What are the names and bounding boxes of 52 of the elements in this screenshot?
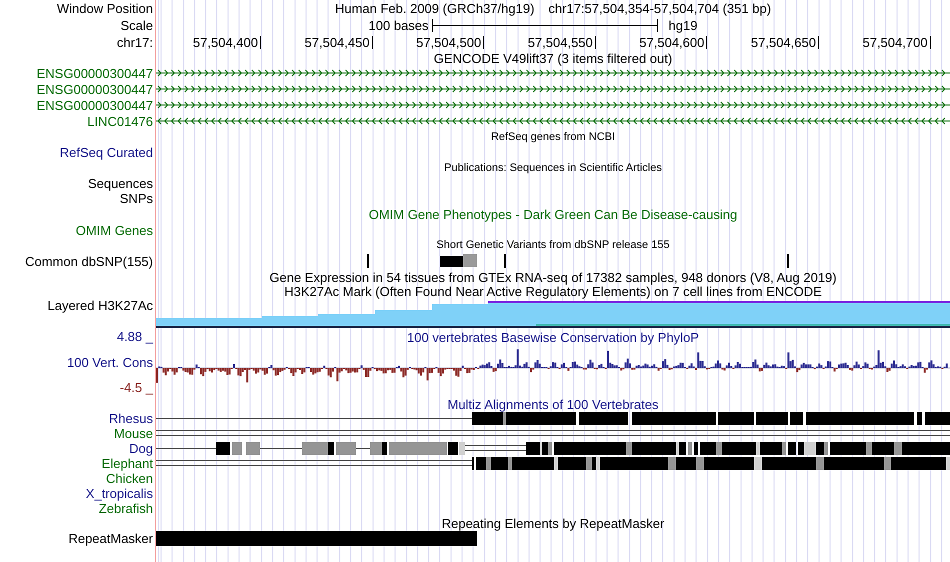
track-label: Dog: [129, 442, 153, 455]
track-label: Layered H3K27Ac: [47, 299, 153, 312]
ruler-label: 57,504,400: [192, 36, 258, 49]
track-title: Repeating Elements by RepeatMasker: [442, 517, 664, 530]
tick-mark: [483, 36, 484, 49]
track-label: X_tropicalis: [86, 487, 153, 500]
axis-min-label: -4.5 _: [120, 381, 153, 394]
ruler-label: 57,504,550: [528, 36, 593, 49]
scale-text: 100 bases: [368, 19, 429, 32]
row-label: chr17:: [116, 36, 153, 49]
row-label: Scale: [120, 19, 153, 32]
tick-mark: [818, 36, 819, 49]
track-label: OMIM Genes: [76, 224, 153, 237]
track-title: 100 vertebrates Basewise Conservation by PhyloP: [407, 330, 699, 344]
track-title: Short Genetic Variants from dbSNP release 155: [436, 240, 670, 251]
track-label: ENSG00000300447: [36, 66, 153, 80]
ruler-label: 57,504,700: [862, 36, 928, 49]
ruler-label: 57,504,450: [304, 36, 370, 49]
tick-mark: [372, 36, 373, 49]
track-title: RefSeq genes from NCBI: [490, 132, 616, 142]
track-title: H3K27Ac Mark (Often Found Near Active Regulatory Elements) on 7 cell lines from ENCODE: [284, 285, 822, 298]
track-title: GENCODE V49lift37 (3 items filtered out): [434, 52, 672, 64]
track-title: Multiz Alignments of 100 Vertebrates: [447, 398, 658, 411]
tick-mark: [260, 36, 261, 49]
track-label: Zebrafish: [98, 502, 153, 515]
track-title: Gene Expression in 54 tissues from GTEx RNA-seq of 17382 samples, 948 donors (V8, Aug 2019): [269, 270, 837, 284]
track-label: 100 Vert. Cons: [67, 356, 153, 368]
track-label: ENSG00000300447: [36, 98, 153, 112]
tick-mark: [930, 36, 931, 49]
track-label: SNPs: [120, 192, 153, 205]
track-label: LINC01476: [87, 114, 153, 128]
track-label: Rhesus: [108, 412, 153, 425]
axis-max-label: 4.88 _: [116, 330, 153, 343]
ruler-label: 57,504,600: [639, 36, 704, 49]
track-label: Common dbSNP(155): [25, 254, 153, 268]
track-label: Sequences: [88, 177, 153, 190]
track-label: RepeatMasker: [68, 532, 153, 545]
track-label: Mouse: [114, 427, 153, 440]
track-title: Publications: Sequences in Scientific Articles: [444, 162, 662, 174]
track-title: OMIM Gene Phenotypes - Dark Green Can Be Disease-causing: [368, 208, 738, 221]
ruler-label: 57,504,500: [416, 36, 482, 49]
track-label: RefSeq Curated: [60, 146, 153, 159]
track-label: Chicken: [106, 472, 153, 485]
ruler-label: 57,504,650: [750, 36, 816, 49]
assembly-title: Human Feb. 2009 (GRCh37/hg19): [334, 2, 534, 15]
tick-mark: [706, 36, 708, 49]
track-label: Elephant: [102, 457, 153, 470]
position-text: chr17:57,504,354-57,504,704 (351 bp): [548, 2, 772, 15]
row-label: Window Position: [56, 2, 153, 15]
track-label: ENSG00000300447: [36, 82, 153, 96]
assembly-name: hg19: [668, 19, 698, 32]
tick-mark: [594, 36, 596, 49]
